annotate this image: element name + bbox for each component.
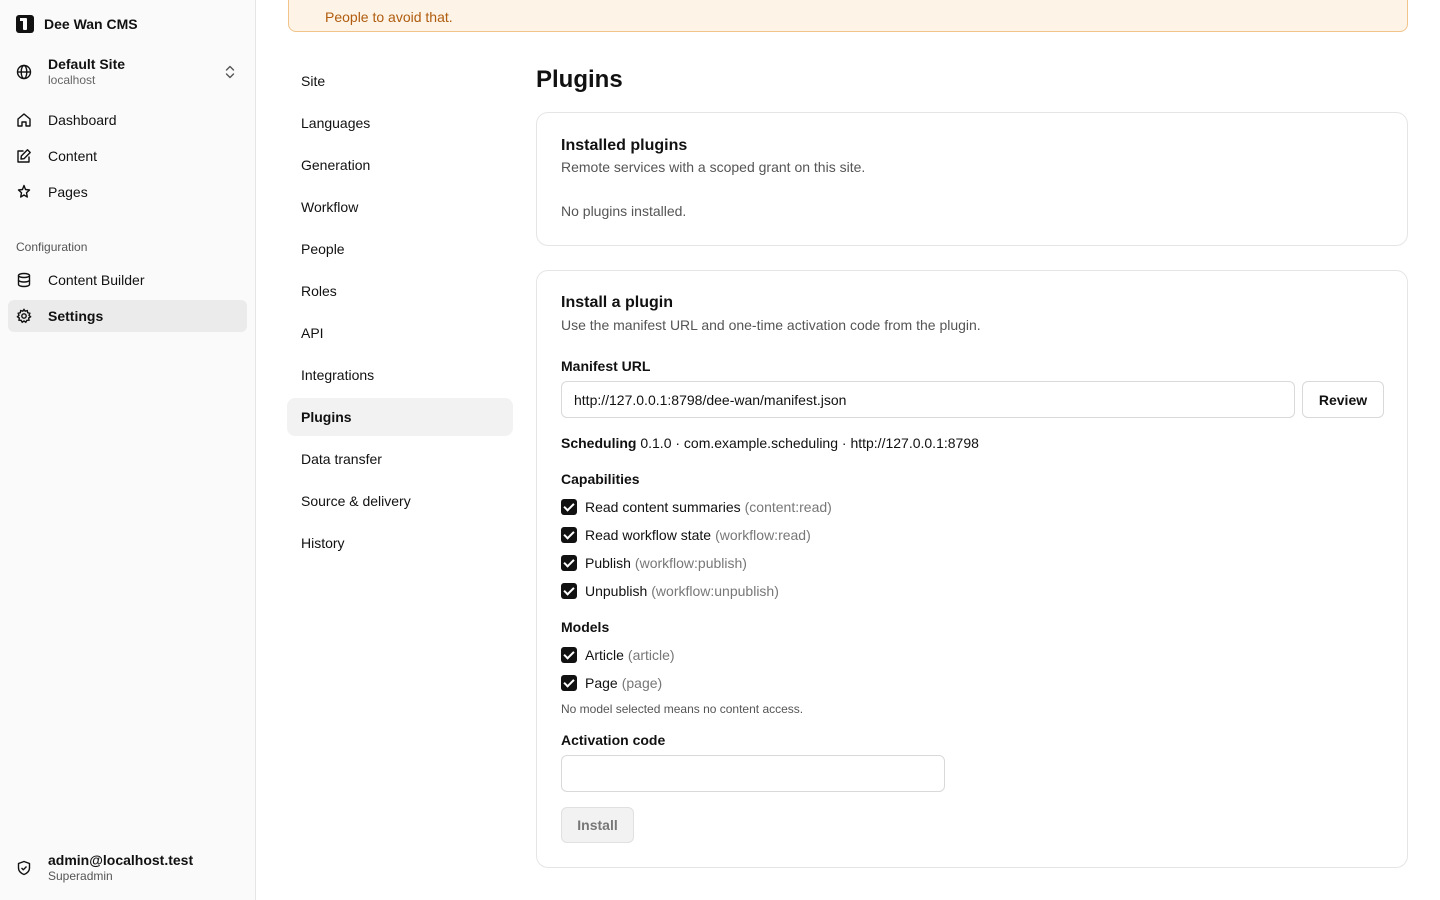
- plugin-summary: Scheduling 0.1.0 · com.example.schedulin…: [561, 435, 979, 451]
- capabilities-label: Capabilities: [561, 471, 640, 487]
- database-icon: [17, 272, 31, 288]
- warning-text: People to avoid that.: [325, 9, 453, 25]
- settings-item-people[interactable]: People: [287, 230, 513, 268]
- capability-checkbox-row[interactable]: Read content summaries (content:read): [561, 497, 832, 517]
- activation-code-label: Activation code: [561, 732, 666, 748]
- install-plugin-card: Install a plugin Use the manifest URL an…: [536, 270, 1408, 868]
- nav-label: Dashboard: [48, 112, 117, 128]
- settings-item-site[interactable]: Site: [287, 62, 513, 100]
- app-name: Dee Wan CMS: [44, 16, 138, 32]
- user-menu[interactable]: admin@localhost.test Superadmin: [8, 850, 247, 886]
- card-title: Install a plugin: [561, 294, 674, 311]
- nav-label: Content: [48, 148, 98, 164]
- settings-item-generation[interactable]: Generation: [287, 146, 513, 184]
- model-checkbox-row[interactable]: Article (article): [561, 645, 675, 665]
- settings-item-api[interactable]: API: [287, 314, 513, 352]
- settings-item-roles[interactable]: Roles: [287, 272, 513, 310]
- section-label-configuration: Configuration: [16, 240, 88, 254]
- gear-icon: [16, 308, 32, 324]
- brand[interactable]: Dee Wan CMS: [16, 14, 138, 34]
- activation-code-input[interactable]: [561, 755, 945, 792]
- model-checkbox-row[interactable]: Page (page): [561, 673, 662, 693]
- settings-item-history[interactable]: History: [287, 524, 513, 562]
- model-scope: (article): [627, 647, 675, 663]
- shield-icon: [17, 860, 31, 876]
- capability-checkbox-row[interactable]: Publish (workflow:publish): [561, 553, 747, 573]
- capability-scope: (workflow:publish): [634, 555, 747, 571]
- installed-plugins-card: Installed plugins Remote services with a…: [536, 112, 1408, 246]
- checkbox-checked[interactable]: [561, 555, 577, 571]
- manifest-url-label: Manifest URL: [561, 358, 651, 374]
- nav-label: Settings: [48, 308, 104, 324]
- settings-item-data-transfer[interactable]: Data transfer: [287, 440, 513, 478]
- capability-label: Publish: [585, 555, 631, 571]
- settings-item-plugins[interactable]: Plugins: [287, 398, 513, 436]
- capability-label: Read workflow state: [585, 527, 712, 543]
- nav-item-settings[interactable]: Settings: [8, 300, 247, 332]
- settings-item-source-delivery[interactable]: Source & delivery: [287, 482, 513, 520]
- capability-label: Read content summaries: [585, 499, 741, 515]
- settings-item-workflow[interactable]: Workflow: [287, 188, 513, 226]
- checkbox-checked[interactable]: [561, 647, 577, 663]
- settings-item-languages[interactable]: Languages: [287, 104, 513, 142]
- nav-item-content-builder[interactable]: Content Builder: [8, 264, 247, 296]
- model-label: Article: [585, 647, 624, 663]
- page-title: Plugins: [536, 66, 623, 93]
- checkbox-checked[interactable]: [561, 499, 577, 515]
- nav-item-pages[interactable]: Pages: [8, 176, 247, 208]
- capability-scope: (workflow:read): [715, 527, 811, 543]
- settings-item-integrations[interactable]: Integrations: [287, 356, 513, 394]
- review-button[interactable]: Review: [1302, 381, 1384, 418]
- models-label: Models: [561, 619, 610, 635]
- capability-checkbox-row[interactable]: Unpublish (workflow:unpublish): [561, 581, 779, 601]
- checkbox-checked[interactable]: [561, 527, 577, 543]
- plugin-name: Scheduling: [561, 435, 637, 451]
- nav-item-dashboard[interactable]: Dashboard: [8, 104, 247, 136]
- capability-scope: (workflow:unpublish): [651, 583, 779, 599]
- nav-label: Content Builder: [48, 272, 145, 288]
- edit-icon: [17, 149, 31, 163]
- model-label: Page: [585, 675, 618, 691]
- user-role: Superadmin: [48, 869, 113, 883]
- pages-icon: [17, 184, 31, 198]
- empty-state: No plugins installed.: [561, 203, 687, 219]
- manifest-url-input[interactable]: [561, 381, 1295, 418]
- config-nav: Content Builder Settings: [8, 264, 247, 336]
- chevron-up-down-icon: [225, 65, 235, 79]
- app-logo-icon: [16, 15, 34, 33]
- model-scope: (page): [621, 675, 663, 691]
- site-host: localhost: [48, 73, 96, 87]
- home-icon: [17, 113, 31, 127]
- models-hint: No model selected means no content acces…: [561, 702, 804, 716]
- install-button[interactable]: Install: [561, 807, 634, 843]
- capability-scope: (content:read): [744, 499, 832, 515]
- nav-item-content[interactable]: Content: [8, 140, 247, 172]
- checkbox-checked[interactable]: [561, 675, 577, 691]
- plugin-meta: 0.1.0 · com.example.scheduling · http://…: [636, 435, 979, 451]
- card-subtitle: Use the manifest URL and one-time activa…: [561, 317, 981, 333]
- site-name: Default Site: [48, 56, 126, 72]
- main-nav: Dashboard Content Pages: [8, 104, 247, 212]
- warning-banner: People to avoid that.: [288, 0, 1408, 32]
- checkbox-checked[interactable]: [561, 583, 577, 599]
- user-email: admin@localhost.test: [48, 852, 194, 868]
- site-switcher[interactable]: Default Site localhost: [8, 52, 247, 92]
- globe-icon: [16, 64, 32, 80]
- card-title: Installed plugins: [561, 137, 688, 154]
- capability-checkbox-row[interactable]: Read workflow state (workflow:read): [561, 525, 811, 545]
- settings-nav: Site Languages Generation Workflow Peopl…: [287, 62, 513, 566]
- nav-label: Pages: [48, 184, 88, 200]
- card-subtitle: Remote services with a scoped grant on t…: [561, 159, 866, 175]
- capability-label: Unpublish: [585, 583, 648, 599]
- sidebar: Dee Wan CMS Default Site localhost Dashb…: [0, 0, 256, 900]
